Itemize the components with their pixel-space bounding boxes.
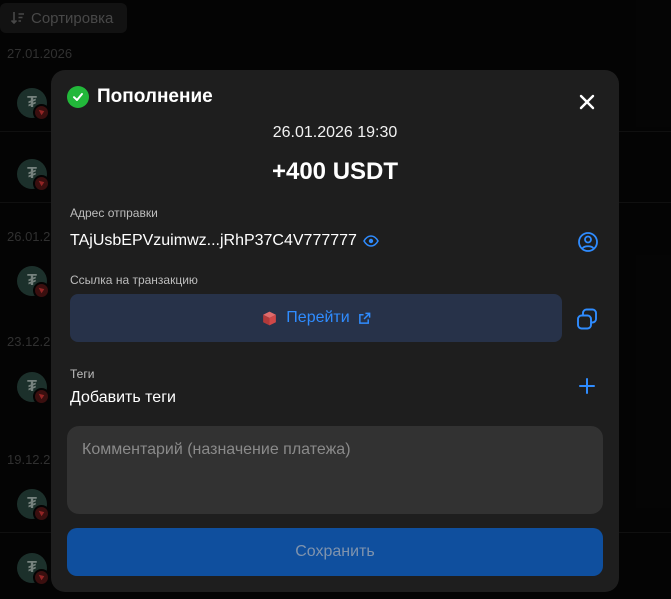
- cube-icon: [263, 311, 277, 325]
- transaction-datetime: 26.01.2026 19:30: [272, 124, 398, 141]
- sender-address-row: TAjUsbEPVzuimwz...jRhP37C4V777777: [70, 232, 379, 250]
- copy-icon[interactable]: [575, 307, 599, 331]
- close-icon: [579, 94, 595, 110]
- user-circle-icon[interactable]: [577, 231, 599, 253]
- eye-icon[interactable]: [363, 233, 379, 249]
- comment-field[interactable]: [67, 426, 603, 514]
- tags-label: Теги: [70, 367, 95, 381]
- add-tags-link[interactable]: Добавить теги: [70, 389, 176, 407]
- goto-label: Перейти: [286, 309, 350, 326]
- tx-link-label: Ссылка на транзакцию: [70, 273, 198, 287]
- close-button[interactable]: [576, 91, 598, 113]
- plus-icon[interactable]: [578, 377, 596, 395]
- goto-explorer-button[interactable]: Перейти: [70, 294, 562, 342]
- external-link-icon: [358, 312, 371, 324]
- comment-input[interactable]: [67, 426, 603, 514]
- save-label: Сохранить: [295, 543, 375, 560]
- sender-address: TAjUsbEPVzuimwz...jRhP37C4V777777: [70, 232, 357, 249]
- check-circle-icon: [67, 86, 89, 108]
- save-button[interactable]: Сохранить: [67, 528, 603, 576]
- modal-title-text: Пополнение: [97, 86, 213, 107]
- transaction-amount: +400 USDT: [271, 158, 399, 185]
- sender-label: Адрес отправки: [70, 206, 158, 220]
- transaction-modal: Пополнение 26.01.2026 19:30 +400 USDT Ад…: [51, 70, 619, 592]
- modal-title: Пополнение: [67, 86, 213, 108]
